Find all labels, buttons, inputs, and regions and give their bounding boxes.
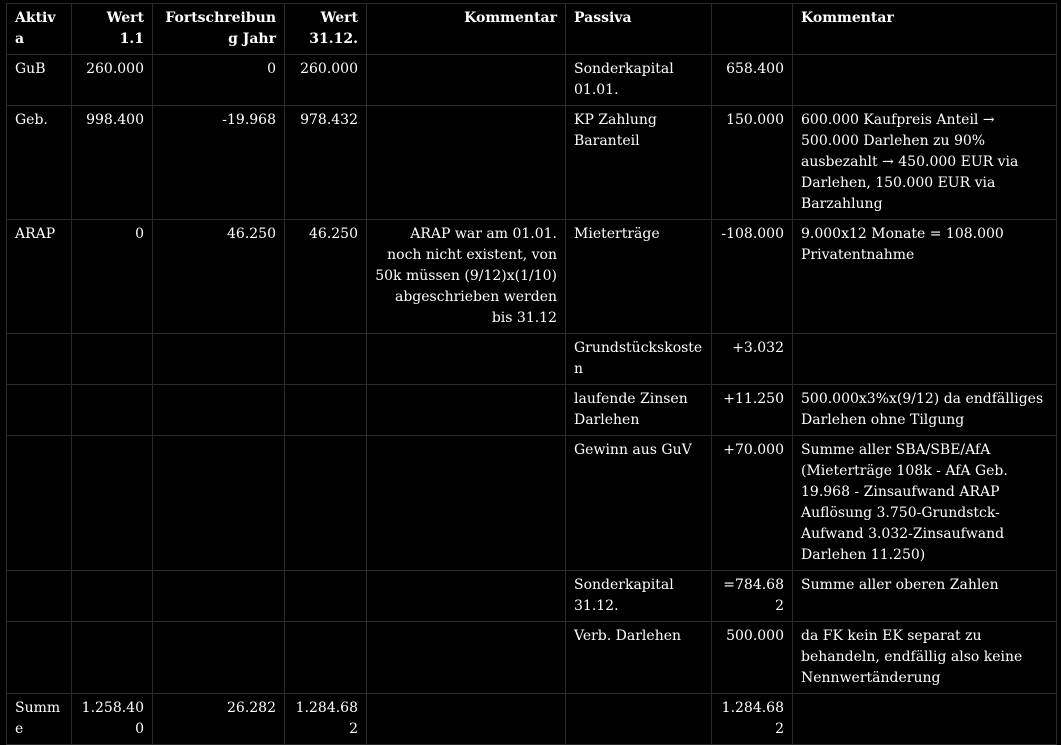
cell-kommentar-aktiva xyxy=(366,105,566,220)
cell-passiva-wert: =784.682 xyxy=(711,570,793,622)
balance-sheet: Aktiva Wert 1.1 Fortschreibung Jahr Wert… xyxy=(6,3,1057,745)
header-passiva-wert xyxy=(711,3,793,55)
cell-aktiva: ARAP xyxy=(6,219,72,334)
table-row: Gewinn aus GuV +70.000 Summe aller SBA/S… xyxy=(6,435,1057,571)
cell-wert-31-12: 1.284.682 xyxy=(284,693,367,745)
cell-passiva-wert: 658.400 xyxy=(711,54,793,106)
cell-aktiva xyxy=(6,384,72,436)
cell-passiva-wert: 1.284.682 xyxy=(711,693,793,745)
cell-passiva: laufende Zinsen Darlehen xyxy=(565,384,712,436)
cell-passiva-wert: 500.000 xyxy=(711,621,793,694)
cell-passiva: Sonderkapital 01.01. xyxy=(565,54,712,106)
cell-aktiva xyxy=(6,570,72,622)
cell-passiva: Grundstückskosten xyxy=(565,333,712,385)
cell-fortschreibung: 26.282 xyxy=(152,693,285,745)
header-wert-31-12: Wert 31.12. xyxy=(284,3,367,55)
cell-passiva-wert: -108.000 xyxy=(711,219,793,334)
cell-kommentar-passiva: 9.000x12 Monate = 108.000 Privatentnahme xyxy=(792,219,1057,334)
header-aktiva: Aktiva xyxy=(6,3,72,55)
cell-wert-1-1: 0 xyxy=(71,219,153,334)
cell-passiva: KP Zahlung Baranteil xyxy=(565,105,712,220)
cell-wert-31-12 xyxy=(284,384,367,436)
cell-kommentar-aktiva xyxy=(366,621,566,694)
cell-passiva xyxy=(565,693,712,745)
cell-wert-31-12 xyxy=(284,570,367,622)
cell-passiva-wert: 150.000 xyxy=(711,105,793,220)
cell-wert-1-1 xyxy=(71,384,153,436)
cell-kommentar-aktiva: ARAP war am 01.01. noch nicht existent, … xyxy=(366,219,566,334)
cell-aktiva: Summe xyxy=(6,693,72,745)
cell-wert-31-12: 260.000 xyxy=(284,54,367,106)
cell-kommentar-passiva xyxy=(792,333,1057,385)
table-row: Grundstückskosten +3.032 xyxy=(6,333,1057,385)
header-wert-1-1: Wert 1.1 xyxy=(71,3,153,55)
table-row: ARAP 0 46.250 46.250 ARAP war am 01.01. … xyxy=(6,219,1057,334)
cell-passiva-wert: +11.250 xyxy=(711,384,793,436)
cell-fortschreibung xyxy=(152,435,285,571)
summary-row: Summe 1.258.400 26.282 1.284.682 1.284.6… xyxy=(6,693,1057,745)
cell-passiva: Verb. Darlehen xyxy=(565,621,712,694)
cell-wert-1-1 xyxy=(71,621,153,694)
cell-kommentar-passiva: 500.000x3%x(9/12) da endfälliges Darlehe… xyxy=(792,384,1057,436)
cell-kommentar-passiva: Summe aller oberen Zahlen xyxy=(792,570,1057,622)
header-row: Aktiva Wert 1.1 Fortschreibung Jahr Wert… xyxy=(6,3,1057,55)
balance-table: Aktiva Wert 1.1 Fortschreibung Jahr Wert… xyxy=(6,3,1057,745)
cell-wert-31-12 xyxy=(284,435,367,571)
cell-passiva: Gewinn aus GuV xyxy=(565,435,712,571)
cell-kommentar-passiva xyxy=(792,54,1057,106)
header-kommentar-passiva: Kommentar xyxy=(792,3,1057,55)
cell-wert-1-1: 260.000 xyxy=(71,54,153,106)
cell-kommentar-aktiva xyxy=(366,693,566,745)
cell-fortschreibung: 0 xyxy=(152,54,285,106)
cell-aktiva: Geb. xyxy=(6,105,72,220)
header-kommentar-aktiva: Kommentar xyxy=(366,3,566,55)
cell-wert-1-1 xyxy=(71,333,153,385)
cell-passiva-wert: +3.032 xyxy=(711,333,793,385)
cell-wert-1-1 xyxy=(71,570,153,622)
table-row: laufende Zinsen Darlehen +11.250 500.000… xyxy=(6,384,1057,436)
cell-passiva-wert: +70.000 xyxy=(711,435,793,571)
cell-aktiva: GuB xyxy=(6,54,72,106)
cell-aktiva xyxy=(6,435,72,571)
cell-kommentar-passiva: 600.000 Kaufpreis Anteil → 500.000 Darle… xyxy=(792,105,1057,220)
cell-wert-31-12: 46.250 xyxy=(284,219,367,334)
table-row: GuB 260.000 0 260.000 Sonderkapital 01.0… xyxy=(6,54,1057,106)
cell-fortschreibung xyxy=(152,621,285,694)
table-row: Verb. Darlehen 500.000 da FK kein EK sep… xyxy=(6,621,1057,694)
cell-fortschreibung xyxy=(152,333,285,385)
cell-wert-1-1: 1.258.400 xyxy=(71,693,153,745)
cell-kommentar-aktiva xyxy=(366,384,566,436)
cell-fortschreibung xyxy=(152,384,285,436)
cell-passiva: Mieterträge xyxy=(565,219,712,334)
cell-kommentar-aktiva xyxy=(366,54,566,106)
header-fortschreibung: Fortschreibung Jahr xyxy=(152,3,285,55)
cell-kommentar-passiva: Summe aller SBA/SBE/AfA (Mieterträge 108… xyxy=(792,435,1057,571)
header-passiva: Passiva xyxy=(565,3,712,55)
table-row: Geb. 998.400 -19.968 978.432 KP Zahlung … xyxy=(6,105,1057,220)
cell-kommentar-aktiva xyxy=(366,333,566,385)
table-row: Sonderkapital 31.12. =784.682 Summe alle… xyxy=(6,570,1057,622)
cell-kommentar-passiva xyxy=(792,693,1057,745)
cell-kommentar-aktiva xyxy=(366,435,566,571)
cell-aktiva xyxy=(6,621,72,694)
cell-wert-31-12 xyxy=(284,333,367,385)
cell-aktiva xyxy=(6,333,72,385)
cell-wert-31-12: 978.432 xyxy=(284,105,367,220)
cell-fortschreibung: -19.968 xyxy=(152,105,285,220)
cell-kommentar-aktiva xyxy=(366,570,566,622)
cell-wert-1-1 xyxy=(71,435,153,571)
cell-fortschreibung xyxy=(152,570,285,622)
cell-wert-31-12 xyxy=(284,621,367,694)
cell-wert-1-1: 998.400 xyxy=(71,105,153,220)
cell-fortschreibung: 46.250 xyxy=(152,219,285,334)
cell-passiva: Sonderkapital 31.12. xyxy=(565,570,712,622)
cell-kommentar-passiva: da FK kein EK separat zu behandeln, endf… xyxy=(792,621,1057,694)
